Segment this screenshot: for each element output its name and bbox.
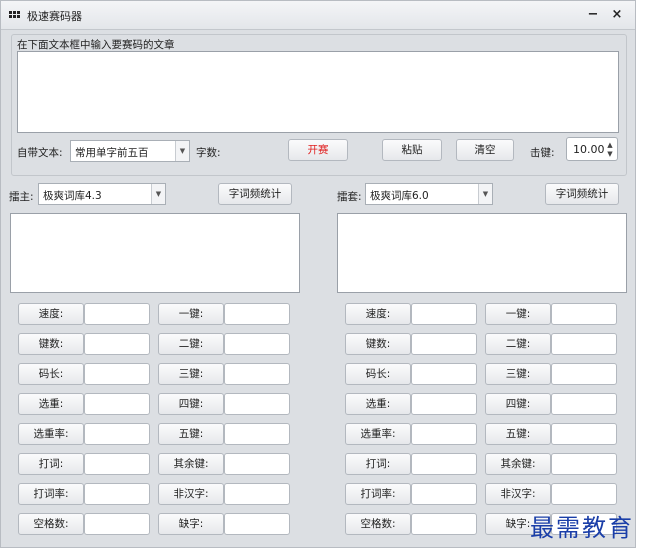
watermark-logo: 最需教育 xyxy=(530,514,634,542)
right-stat-value-col2-4 xyxy=(551,423,617,445)
chevron-down-icon[interactable]: ▼ xyxy=(175,141,189,161)
right-stat-value-col1-7 xyxy=(411,513,477,535)
left-dict-value: 极爽词库4.3 xyxy=(43,190,102,202)
left-stat-value-col2-0 xyxy=(224,303,290,325)
right-stat-value-col1-5 xyxy=(411,453,477,475)
char-count-label: 字数: xyxy=(196,147,221,159)
left-stat-value-col2-2 xyxy=(224,363,290,385)
right-stat-value-col2-3 xyxy=(551,393,617,415)
right-stat-label-col1-4[interactable]: 选重率: xyxy=(345,423,411,445)
left-stat-label-col1-7[interactable]: 空格数: xyxy=(18,513,84,535)
right-dict-select[interactable]: 极爽词库6.0 ▼ xyxy=(365,183,493,205)
app-window: 极速赛码器 − × 在下面文本框中输入要赛码的文章 自带文本: 常用单字前五百 … xyxy=(0,0,636,548)
keystroke-label: 击键: xyxy=(530,147,555,159)
left-stat-label-col1-1[interactable]: 键数: xyxy=(18,333,84,355)
left-stat-value-col1-2 xyxy=(84,363,150,385)
paste-button[interactable]: 粘贴 xyxy=(382,139,442,161)
left-stat-value-col2-1 xyxy=(224,333,290,355)
right-stat-label-col1-1[interactable]: 键数: xyxy=(345,333,411,355)
left-stat-value-col2-7 xyxy=(224,513,290,535)
left-stat-label-col2-1[interactable]: 二键: xyxy=(158,333,224,355)
right-stat-label-col2-1[interactable]: 二键: xyxy=(485,333,551,355)
left-stat-label-col2-6[interactable]: 非汉字: xyxy=(158,483,224,505)
left-result-area[interactable] xyxy=(10,213,300,293)
right-stat-value-col1-2 xyxy=(411,363,477,385)
left-stat-label-col2-7[interactable]: 缺字: xyxy=(158,513,224,535)
right-stat-label-col1-2[interactable]: 码长: xyxy=(345,363,411,385)
left-stat-value-col1-0 xyxy=(84,303,150,325)
title-bar: 极速赛码器 − × xyxy=(1,1,635,30)
left-stat-label-col2-5[interactable]: 其余键: xyxy=(158,453,224,475)
right-stat-value-col1-3 xyxy=(411,393,477,415)
right-stat-value-col1-6 xyxy=(411,483,477,505)
left-stat-label-col1-3[interactable]: 选重: xyxy=(18,393,84,415)
left-stat-label-col2-3[interactable]: 四键: xyxy=(158,393,224,415)
right-result-area[interactable] xyxy=(337,213,627,293)
right-stat-value-col2-6 xyxy=(551,483,617,505)
right-stat-label-col2-6[interactable]: 非汉字: xyxy=(485,483,551,505)
article-prompt: 在下面文本框中输入要赛码的文章 xyxy=(17,39,175,51)
right-stat-label-col2-4[interactable]: 五键: xyxy=(485,423,551,445)
right-stat-label-col2-3[interactable]: 四键: xyxy=(485,393,551,415)
left-stat-label-col2-0[interactable]: 一键: xyxy=(158,303,224,325)
left-stat-label-col1-4[interactable]: 选重率: xyxy=(18,423,84,445)
close-button[interactable]: × xyxy=(609,7,625,23)
keystroke-spinbox[interactable]: 10.00 ▲ ▼ xyxy=(566,137,618,161)
left-stat-label-col1-5[interactable]: 打词: xyxy=(18,453,84,475)
left-freq-button[interactable]: 字词频统计 xyxy=(218,183,292,205)
right-stat-value-col2-2 xyxy=(551,363,617,385)
article-textarea[interactable] xyxy=(17,51,619,133)
chevron-down-icon[interactable]: ▼ xyxy=(151,184,165,204)
right-stat-label-col1-3[interactable]: 选重: xyxy=(345,393,411,415)
left-stat-label-col2-4[interactable]: 五键: xyxy=(158,423,224,445)
left-stat-value-col2-4 xyxy=(224,423,290,445)
article-group: 在下面文本框中输入要赛码的文章 自带文本: 常用单字前五百 ▼ 字数: 开赛 粘… xyxy=(11,34,627,176)
right-stat-value-col2-0 xyxy=(551,303,617,325)
left-label: 擂主: xyxy=(9,191,34,203)
right-stat-label-col1-0[interactable]: 速度: xyxy=(345,303,411,325)
right-stat-label-col1-6[interactable]: 打词率: xyxy=(345,483,411,505)
left-stat-value-col1-4 xyxy=(84,423,150,445)
right-stat-value-col2-1 xyxy=(551,333,617,355)
right-stat-value-col2-5 xyxy=(551,453,617,475)
left-stat-value-col1-7 xyxy=(84,513,150,535)
left-stat-label-col2-2[interactable]: 三键: xyxy=(158,363,224,385)
right-stat-label-col2-0[interactable]: 一键: xyxy=(485,303,551,325)
keystroke-value: 10.00 xyxy=(573,143,605,156)
builtin-text-select[interactable]: 常用单字前五百 ▼ xyxy=(70,140,190,162)
left-dict-select[interactable]: 极爽词库4.3 ▼ xyxy=(38,183,166,205)
right-stat-label-col1-5[interactable]: 打词: xyxy=(345,453,411,475)
right-stat-value-col1-1 xyxy=(411,333,477,355)
right-stat-value-col1-4 xyxy=(411,423,477,445)
right-dict-value: 极爽词库6.0 xyxy=(370,190,429,202)
left-stat-value-col2-5 xyxy=(224,453,290,475)
left-stat-value-col1-6 xyxy=(84,483,150,505)
left-stat-label-col1-0[interactable]: 速度: xyxy=(18,303,84,325)
window-title: 极速赛码器 xyxy=(27,10,82,23)
right-stat-label-col1-7[interactable]: 空格数: xyxy=(345,513,411,535)
left-stat-label-col1-2[interactable]: 码长: xyxy=(18,363,84,385)
spin-down-icon[interactable]: ▼ xyxy=(605,149,615,159)
left-stat-value-col1-1 xyxy=(84,333,150,355)
left-stat-value-col2-3 xyxy=(224,393,290,415)
left-stat-value-col1-5 xyxy=(84,453,150,475)
left-stat-value-col1-3 xyxy=(84,393,150,415)
minimize-button[interactable]: − xyxy=(585,7,601,23)
right-stat-label-col2-2[interactable]: 三键: xyxy=(485,363,551,385)
builtin-text-value: 常用单字前五百 xyxy=(75,147,149,159)
right-stat-label-col2-5[interactable]: 其余键: xyxy=(485,453,551,475)
start-button[interactable]: 开赛 xyxy=(288,139,348,161)
left-stat-value-col2-6 xyxy=(224,483,290,505)
right-label: 擂套: xyxy=(337,191,362,203)
grid-icon xyxy=(9,11,21,20)
right-stat-value-col1-0 xyxy=(411,303,477,325)
clear-button[interactable]: 清空 xyxy=(456,139,514,161)
left-stat-label-col1-6[interactable]: 打词率: xyxy=(18,483,84,505)
chevron-down-icon[interactable]: ▼ xyxy=(478,184,492,204)
right-freq-button[interactable]: 字词频统计 xyxy=(545,183,619,205)
builtin-text-label: 自带文本: xyxy=(17,147,63,159)
